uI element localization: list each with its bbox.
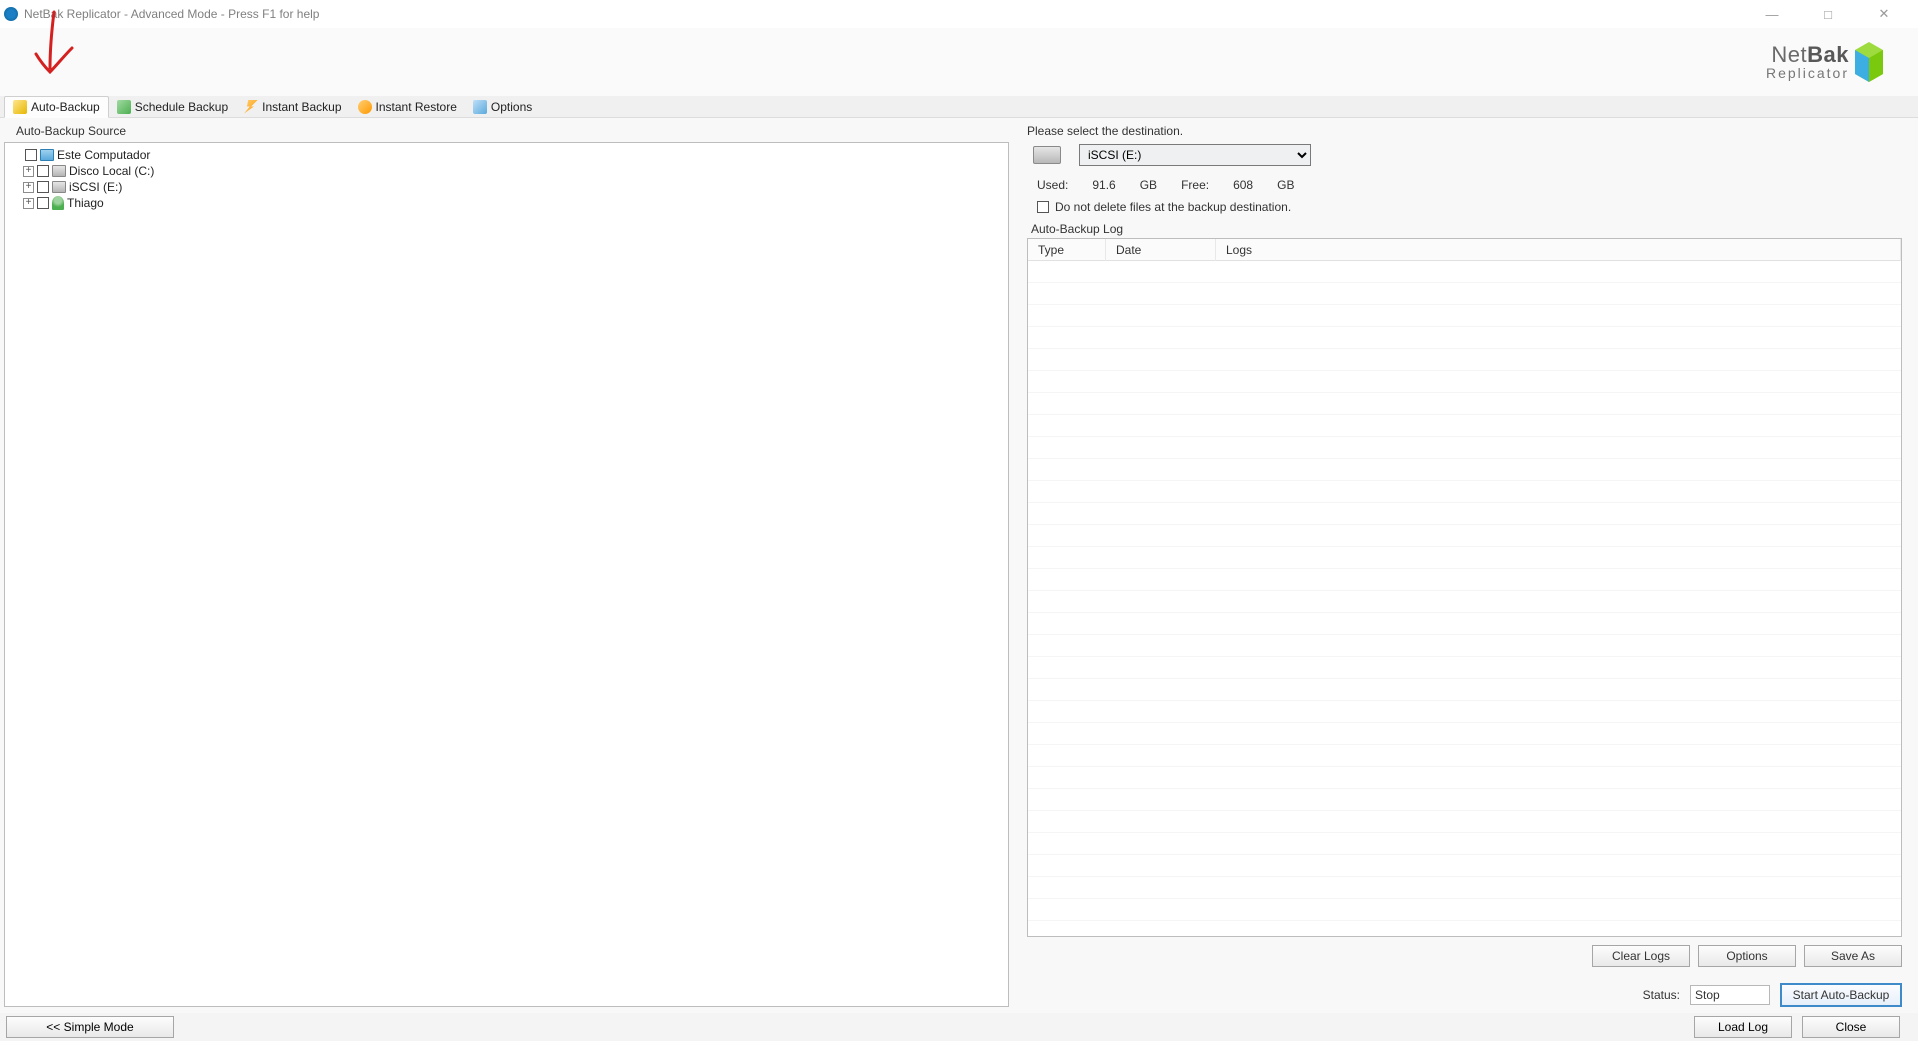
brand-mark-icon (1855, 42, 1883, 82)
instant-backup-icon (244, 100, 258, 114)
tree-node-disk-c[interactable]: + Disco Local (C:) (23, 163, 1002, 179)
brand-text-2: Replicator (1766, 66, 1849, 80)
log-col-date[interactable]: Date (1106, 239, 1216, 261)
do-not-delete-checkbox[interactable] (1037, 201, 1049, 213)
load-log-button[interactable]: Load Log (1694, 1016, 1792, 1038)
used-unit: GB (1140, 178, 1157, 192)
window-controls: — □ ✕ (1762, 4, 1914, 24)
auto-backup-icon (13, 100, 27, 114)
do-not-delete-label: Do not delete files at the backup destin… (1055, 200, 1291, 214)
tree-node-user[interactable]: + Thiago (23, 195, 1002, 211)
free-label: Free: (1181, 178, 1209, 192)
brand-text-1a: Net (1771, 42, 1807, 67)
titlebar: NetBak Replicator - Advanced Mode - Pres… (0, 0, 1918, 28)
log-col-type[interactable]: Type (1028, 239, 1106, 261)
checkbox-node[interactable] (37, 197, 49, 209)
expand-icon[interactable]: + (23, 198, 34, 209)
brand-text-1b: Bak (1807, 42, 1849, 67)
status-label: Status: (1643, 988, 1680, 1002)
simple-mode-button[interactable]: << Simple Mode (6, 1016, 174, 1038)
minimize-icon[interactable]: — (1762, 4, 1782, 24)
log-options-button[interactable]: Options (1698, 945, 1796, 967)
used-label: Used: (1037, 178, 1068, 192)
tab-schedule-backup-label: Schedule Backup (135, 100, 228, 114)
checkbox-root[interactable] (25, 149, 37, 161)
maximize-icon[interactable]: □ (1818, 4, 1838, 24)
destination-panel: Please select the destination. iSCSI (E:… (1017, 118, 1918, 1013)
instant-restore-icon (358, 100, 372, 114)
source-panel: Auto-Backup Source Este Computador + Dis… (4, 122, 1009, 1007)
log-title: Auto-Backup Log (1027, 222, 1902, 236)
save-as-button[interactable]: Save As (1804, 945, 1902, 967)
log-grid: Type Date Logs (1027, 238, 1902, 937)
checkbox-node[interactable] (37, 165, 49, 177)
expand-icon[interactable]: + (23, 166, 34, 177)
tree-node-label: Disco Local (C:) (69, 164, 154, 178)
user-icon (52, 196, 64, 210)
tab-auto-backup[interactable]: Auto-Backup (4, 96, 109, 118)
tab-instant-backup[interactable]: Instant Backup (236, 96, 349, 117)
tab-options-label: Options (491, 100, 532, 114)
disk-icon (52, 181, 66, 193)
source-tree[interactable]: Este Computador + Disco Local (C:) + iSC… (4, 142, 1009, 1007)
tab-schedule-backup[interactable]: Schedule Backup (109, 96, 236, 117)
destination-prompt: Please select the destination. (1027, 124, 1902, 138)
disk-icon (52, 165, 66, 177)
tree-node-label: iSCSI (E:) (69, 180, 122, 194)
source-title: Auto-Backup Source (4, 122, 1009, 142)
log-body[interactable] (1028, 261, 1901, 936)
destination-select[interactable]: iSCSI (E:) (1079, 144, 1311, 166)
header-band: NetBak Replicator (0, 28, 1918, 96)
tab-instant-restore-label: Instant Restore (376, 100, 457, 114)
clear-logs-button[interactable]: Clear Logs (1592, 945, 1690, 967)
options-icon (473, 100, 487, 114)
mode-toolbar: Auto-Backup Schedule Backup Instant Back… (0, 96, 1918, 118)
used-value: 91.6 (1092, 178, 1115, 192)
tree-root-label: Este Computador (57, 148, 150, 162)
checkbox-node[interactable] (37, 181, 49, 193)
drive-icon (1033, 146, 1061, 164)
tab-options[interactable]: Options (465, 96, 540, 117)
close-icon[interactable]: ✕ (1874, 4, 1894, 24)
window-title: NetBak Replicator - Advanced Mode - Pres… (24, 7, 319, 21)
status-value: Stop (1690, 985, 1770, 1005)
free-unit: GB (1277, 178, 1294, 192)
tab-instant-backup-label: Instant Backup (262, 100, 341, 114)
start-auto-backup-button[interactable]: Start Auto-Backup (1780, 983, 1902, 1007)
log-header: Type Date Logs (1028, 239, 1901, 261)
expander-placeholder (11, 150, 22, 161)
brand-logo: NetBak Replicator (1766, 42, 1883, 82)
log-col-logs[interactable]: Logs (1216, 239, 1901, 261)
storage-stats: Used: 91.6 GB Free: 608 GB (1027, 178, 1902, 192)
close-button[interactable]: Close (1802, 1016, 1900, 1038)
schedule-backup-icon (117, 100, 131, 114)
tree-root[interactable]: Este Computador (11, 147, 1002, 163)
footer-bar: << Simple Mode Load Log Close (0, 1013, 1918, 1041)
app-icon (4, 7, 18, 21)
computer-icon (40, 149, 54, 161)
tab-auto-backup-label: Auto-Backup (31, 100, 100, 114)
tree-node-label: Thiago (67, 196, 104, 210)
free-value: 608 (1233, 178, 1253, 192)
tab-instant-restore[interactable]: Instant Restore (350, 96, 465, 117)
main-area: Auto-Backup Source Este Computador + Dis… (0, 118, 1918, 1013)
tree-node-disk-e[interactable]: + iSCSI (E:) (23, 179, 1002, 195)
expand-icon[interactable]: + (23, 182, 34, 193)
